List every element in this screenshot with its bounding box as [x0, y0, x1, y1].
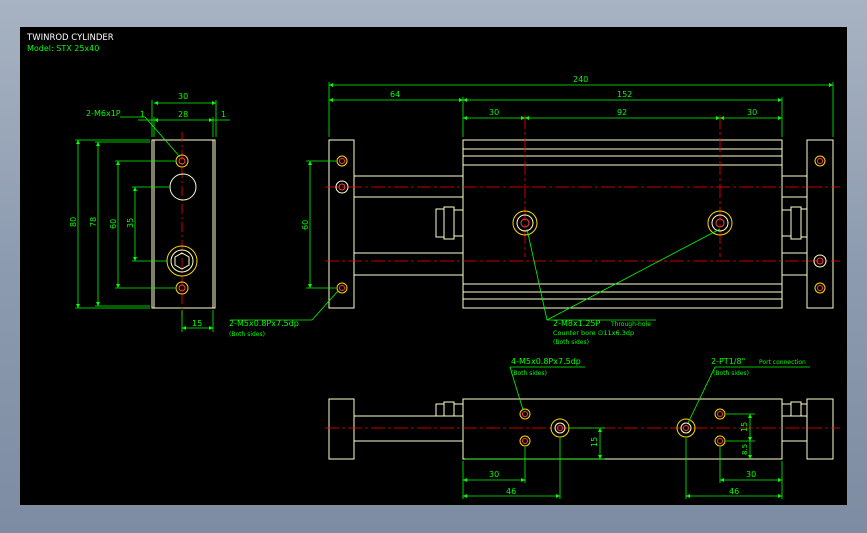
callout-m8-suffix: Through-hole [610, 321, 651, 328]
cad-viewport[interactable]: TWINROD CYLINDER Model: STX 25x40 30 28 … [20, 27, 847, 505]
callout-pt-suffix: Port connection [759, 359, 806, 366]
dim-side-width: 30 [178, 92, 188, 101]
dim-side-inner: 28 [178, 110, 188, 119]
side-view [151, 139, 216, 309]
callout-pt: 2-PT1/8" [711, 357, 745, 366]
dim-side-bottom: 15 [192, 319, 202, 328]
callout-m5-top: 4-M5x0.8Px7.5dp [511, 357, 581, 366]
front-view-dim-text: 240 64 152 30 92 30 60 2-M5x0.8Px7.5dp (… [229, 75, 757, 346]
dim-front-body-right: 30 [747, 108, 757, 117]
side-view-dim-text: 30 28 1 1 15 80 78 60 35 2-M6x1P [69, 92, 226, 328]
top-view [328, 398, 834, 460]
callout-m5-front-sub: (Both sides) [229, 331, 265, 338]
dim-side-offset: 1 [221, 110, 226, 119]
dim-top-left-30: 30 [489, 470, 499, 479]
top-view-holes [519, 408, 726, 447]
drawing-model: Model: STX 25x40 [27, 44, 99, 53]
dim-front-body-left: 30 [489, 108, 499, 117]
front-view [328, 139, 834, 309]
drawing-title: TWINROD CYLINDER [26, 33, 114, 43]
dim-top-mid-15: 15 [590, 437, 599, 447]
dim-top-right-30: 30 [746, 470, 756, 479]
dim-top-right-85: 8.5 [741, 444, 749, 455]
callout-m5-front: 2-M5x0.8Px7.5dp [229, 319, 299, 328]
callout-m6: 2-M6x1P [86, 109, 121, 118]
callout-m8-sub2: (Both sides) [553, 339, 589, 346]
dim-top-right-46: 46 [729, 487, 739, 496]
front-view-centerlines [325, 115, 840, 262]
drawing-canvas: TWINROD CYLINDER Model: STX 25x40 30 28 … [26, 33, 840, 499]
top-view-dims [462, 366, 810, 499]
dim-side-height-mid: 78 [89, 217, 98, 227]
callout-m8-sub: Counter bore ∅11x6.3dp [553, 329, 634, 337]
dim-top-left-46: 46 [506, 487, 516, 496]
dim-front-body: 152 [617, 90, 632, 99]
top-view-dim-text: 30 46 30 46 15 15 8.5 4-M5x0.8Px7.5dp (B… [489, 357, 806, 496]
dim-front-left: 64 [390, 90, 400, 99]
dim-side-offset-left: 1 [140, 110, 145, 119]
front-view-holes [335, 155, 827, 294]
dim-side-height-outer: 80 [69, 217, 78, 227]
dim-side-port-spacing: 35 [126, 218, 135, 228]
dim-front-height: 60 [301, 220, 310, 230]
callout-pt-sub: (Both sides) [713, 370, 749, 377]
callout-m8: 2-M8x1.25P [553, 319, 601, 328]
callout-m5-top-sub: (Both sides) [511, 370, 547, 377]
dim-top-right-15: 15 [740, 422, 749, 432]
dim-side-height-inner: 60 [109, 219, 118, 229]
dim-front-body-mid: 92 [617, 108, 627, 117]
dim-front-total: 240 [573, 75, 588, 84]
